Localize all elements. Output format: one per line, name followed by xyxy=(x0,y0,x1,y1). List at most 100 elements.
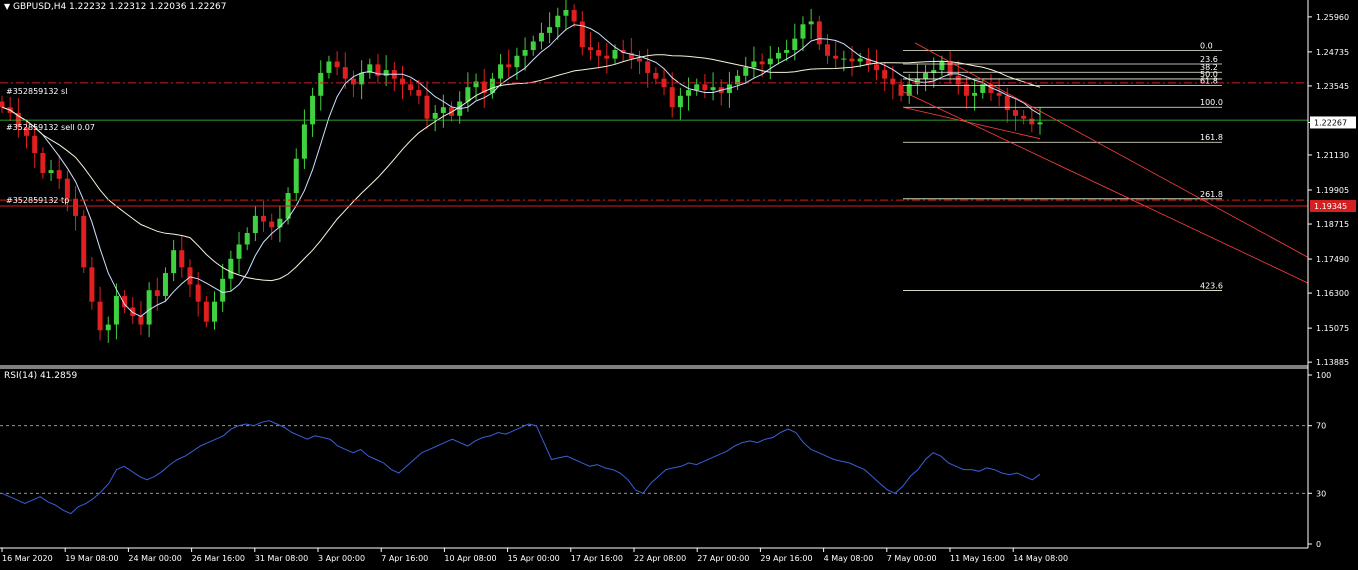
fibonacci-level-label: 100.0 xyxy=(1200,98,1223,107)
candle-body xyxy=(48,170,54,173)
candle-body xyxy=(432,112,438,119)
candle-body xyxy=(0,101,5,108)
time-tick-label: 3 Apr 00:00 xyxy=(318,554,365,563)
candle-body xyxy=(293,158,299,194)
chart-canvas: 0.023.638.250.061.8100.0161.8261.8423.6 … xyxy=(0,0,1356,563)
rsi-tick-label: 70 xyxy=(1316,422,1326,431)
candle-body xyxy=(195,284,201,302)
rsi-tick-label: 30 xyxy=(1316,489,1326,498)
candle-body xyxy=(220,278,226,302)
candle-body xyxy=(587,47,593,51)
price-tick-label: 1.25960 xyxy=(1316,13,1349,22)
candle-body xyxy=(138,315,144,325)
candle-body xyxy=(710,87,716,91)
time-tick-label: 29 Apr 16:00 xyxy=(760,554,812,563)
candle-body xyxy=(440,107,446,113)
candle-body xyxy=(40,152,46,173)
candle-body xyxy=(97,301,103,331)
candle-body xyxy=(702,84,708,91)
candle-body xyxy=(972,92,978,96)
fibonacci-level-label: 161.8 xyxy=(1200,133,1223,142)
candle-body xyxy=(563,10,569,16)
time-tick-label: 17 Apr 16:00 xyxy=(571,554,623,563)
candle-body xyxy=(416,90,422,96)
price-tick-label: 1.18715 xyxy=(1316,220,1349,229)
candle-body xyxy=(898,84,904,96)
candle-body xyxy=(522,50,528,56)
chart-title: GBPUSD,H4 1.22232 1.22312 1.22036 1.2226… xyxy=(13,2,227,12)
fibonacci-level-label: 423.6 xyxy=(1200,281,1223,290)
candle-body xyxy=(179,250,185,268)
time-tick-label: 7 Apr 16:00 xyxy=(381,554,428,563)
chart-title-row: ▼ GBPUSD,H4 1.22232 1.22312 1.22036 1.22… xyxy=(4,2,227,12)
candle-body xyxy=(383,70,389,76)
stop-loss-label[interactable]: #352859132 sl xyxy=(6,87,67,96)
time-tick-label: 19 Mar 08:00 xyxy=(65,554,118,563)
price-tick-label: 1.21130 xyxy=(1316,151,1349,160)
candle-body xyxy=(792,38,798,51)
candle-body xyxy=(342,67,348,79)
take-profit-price-label: 1.19345 xyxy=(1314,202,1347,211)
price-tick-label: 1.16300 xyxy=(1316,289,1349,298)
time-tick-label: 11 May 16:00 xyxy=(950,554,1005,563)
candle-body xyxy=(596,50,602,56)
candle-body xyxy=(212,301,218,322)
time-tick-label: 26 Mar 16:00 xyxy=(192,554,245,563)
candle-body xyxy=(89,267,95,302)
take-profit-label[interactable]: #352859132 tp xyxy=(6,196,69,205)
chart-menu-caret-icon[interactable]: ▼ xyxy=(4,2,10,11)
candle-body xyxy=(775,52,781,59)
time-tick-label: 22 Apr 08:00 xyxy=(634,554,686,563)
candle-body xyxy=(800,24,806,39)
candle-body xyxy=(301,124,307,159)
candle-body xyxy=(1037,122,1043,125)
candle-body xyxy=(530,41,536,51)
candle-body xyxy=(653,72,659,79)
candle-body xyxy=(784,50,790,53)
candle-body xyxy=(408,84,414,91)
candle-body xyxy=(399,78,405,85)
time-tick-label: 16 Mar 2020 xyxy=(2,554,53,563)
candle-body xyxy=(171,250,177,274)
candle-body xyxy=(833,55,839,59)
price-tick-label: 1.13885 xyxy=(1316,358,1349,367)
candle-body xyxy=(686,90,692,96)
candle-body xyxy=(874,64,880,71)
candle-body xyxy=(996,92,1002,96)
candle-body xyxy=(759,61,765,65)
channel-inner-line xyxy=(902,106,1041,140)
price-tick-label: 1.24735 xyxy=(1316,48,1349,57)
candle-body xyxy=(154,290,160,296)
candle-body xyxy=(816,21,822,45)
candle-body xyxy=(824,44,830,56)
price-tick-label: 1.19905 xyxy=(1316,186,1349,195)
candle-body xyxy=(1012,110,1018,116)
candle-body xyxy=(326,61,332,73)
candle-body xyxy=(350,78,356,85)
current-price-label: 1.22267 xyxy=(1314,118,1347,127)
candle-body xyxy=(252,215,258,234)
candle-body xyxy=(571,10,577,22)
candle-body xyxy=(187,267,193,285)
candle-body xyxy=(669,87,675,108)
candle-body xyxy=(269,221,275,228)
candle-body xyxy=(751,61,757,68)
candle-body xyxy=(146,290,152,325)
candle-body xyxy=(73,198,79,216)
candle-body xyxy=(857,58,863,62)
candle-body xyxy=(506,64,512,68)
candle-body xyxy=(244,233,250,245)
time-tick-label: 15 Apr 00:00 xyxy=(508,554,560,563)
candle-body xyxy=(743,67,749,76)
time-tick-label: 24 Mar 00:00 xyxy=(128,554,181,563)
rsi-tick-label: 100 xyxy=(1316,371,1331,380)
candle-body xyxy=(890,78,896,85)
candle-body xyxy=(923,72,929,79)
open-order-label[interactable]: #352859132 sell 0.07 xyxy=(6,123,95,132)
candle-body xyxy=(473,81,479,88)
time-tick-label: 7 May 00:00 xyxy=(887,554,937,563)
candle-body xyxy=(808,21,814,25)
candle-body xyxy=(637,58,643,62)
time-tick-label: 31 Mar 08:00 xyxy=(255,554,308,563)
fibonacci-level-label: 0.0 xyxy=(1200,42,1213,51)
